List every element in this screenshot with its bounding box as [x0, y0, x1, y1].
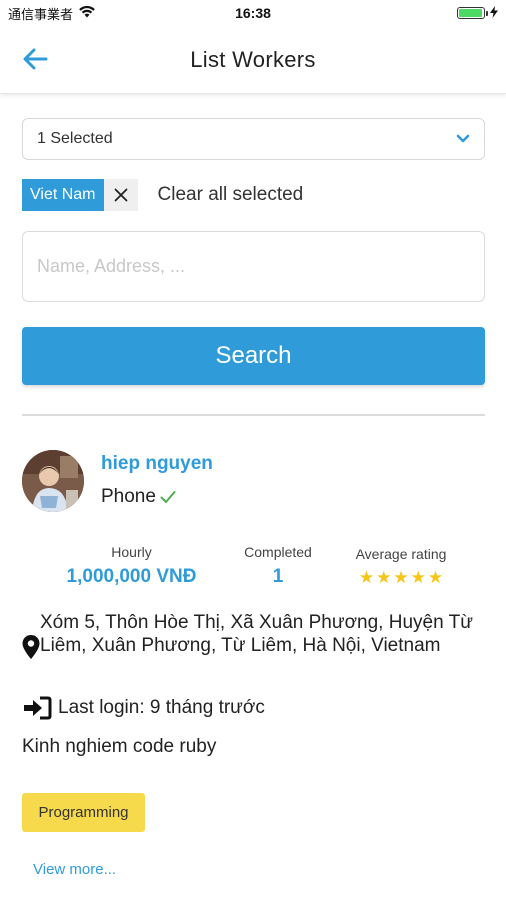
search-button[interactable]: Search	[22, 327, 485, 385]
battery-level	[459, 9, 482, 17]
last-login-row: Last login: 9 tháng trước	[22, 696, 265, 720]
last-login-text: Last login: 9 tháng trước	[58, 697, 265, 718]
select-value: 1 Selected	[37, 130, 113, 147]
worker-name[interactable]: hiep nguyen	[101, 453, 213, 475]
chip-remove-button[interactable]	[103, 179, 138, 211]
phone-verification: Phone	[101, 486, 176, 508]
star-icon: ★	[358, 568, 375, 587]
carrier-label: 通信事業者	[8, 6, 74, 22]
stat-hourly: Hourly 1,000,000 VNĐ	[50, 544, 213, 588]
address-text: Xóm 5, Thôn Hòe Thị, Xã Xuân Phương, Huy…	[40, 612, 473, 656]
completed-value: 1	[272, 566, 284, 587]
clear-all-button[interactable]: Clear all selected	[158, 184, 304, 206]
status-bar: 通信事業者 16:38	[0, 0, 506, 26]
search-input[interactable]	[22, 231, 485, 302]
stat-rating: Average rating ★ ★ ★ ★ ★	[340, 546, 462, 588]
chip-label: Viet Nam	[22, 179, 104, 211]
rating-stars: ★ ★ ★ ★ ★	[340, 568, 462, 588]
star-icon: ★	[393, 568, 409, 587]
selected-chips: Viet Nam Clear all selected	[22, 179, 303, 211]
battery-icon	[457, 7, 488, 19]
page-title: List Workers	[190, 46, 316, 72]
star-icon: ★	[427, 568, 444, 587]
checkmark-icon	[160, 491, 176, 503]
chevron-down-icon	[456, 134, 470, 143]
rating-label: Average rating	[355, 546, 447, 562]
country-select[interactable]: 1 Selected	[22, 118, 485, 160]
charging-icon	[490, 5, 498, 21]
star-icon: ★	[376, 568, 392, 587]
back-button[interactable]	[20, 44, 50, 74]
nav-bar: List Workers	[0, 26, 506, 94]
status-right	[457, 5, 498, 21]
hourly-label: Hourly	[111, 544, 152, 560]
skill-tag: Programming	[22, 793, 145, 832]
sign-in-icon	[24, 696, 52, 720]
completed-label: Completed	[244, 544, 312, 560]
wifi-icon	[79, 5, 95, 21]
chip-viet-nam: Viet Nam	[22, 179, 138, 211]
star-icon: ★	[410, 568, 426, 587]
divider	[22, 414, 485, 416]
stat-completed: Completed 1	[229, 544, 327, 588]
status-left: 通信事業者	[8, 4, 95, 23]
map-pin-icon	[22, 611, 40, 664]
phone-label: Phone	[101, 486, 156, 507]
hourly-value: 1,000,000 VNĐ	[66, 566, 197, 587]
arrow-left-icon	[23, 48, 48, 70]
avatar[interactable]	[22, 450, 84, 512]
view-more-link[interactable]: View more...	[33, 861, 116, 878]
close-icon	[114, 188, 127, 202]
address-row: Xóm 5, Thôn Hòe Thị, Xã Xuân Phương, Huy…	[22, 611, 492, 664]
worker-description: Kinh nghiem code ruby	[22, 736, 217, 757]
